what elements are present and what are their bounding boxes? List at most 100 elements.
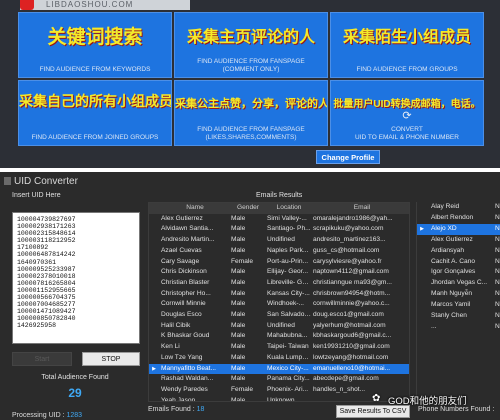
table-row[interactable]: ▶ Mannyafitto Beat... Male Mexico City-... e…	[149, 363, 409, 375]
table-cell: Rashad Waldan...	[161, 375, 214, 383]
tile-fanspage-engagement[interactable]: 采集公主点赞，分享，评论的人 FIND AUDIENCE FROM FANSPA…	[174, 80, 328, 146]
start-button[interactable]: Start	[12, 352, 72, 366]
table-cell: guss_cs@hotmail.com	[313, 246, 380, 254]
phone-list-item[interactable]: Jhordan Vegas C... N	[417, 278, 500, 289]
table-row[interactable]: Alvidawn Santia... Male Santiago- Ph... scr…	[149, 224, 409, 235]
change-profile-button[interactable]: Change Profile	[316, 150, 380, 164]
emails-results-table[interactable]: Name Gender Location Email Alex Gutierrez Mal…	[148, 202, 410, 402]
uid-line: 100009525233987	[17, 265, 76, 273]
table-cell: Male	[231, 343, 246, 351]
table-row[interactable]: Azael Cuevas Male Naples Park... guss_cs@ho…	[149, 246, 409, 257]
table-cell: Azael Cuevas	[161, 246, 202, 254]
table-row[interactable]: Cary Savage Female Port-au-Prin... carysylv…	[149, 257, 409, 268]
window-title: UID Converter	[14, 176, 78, 187]
table-row[interactable]: Alex Gutierrez Male Simi Valley-... omarale…	[149, 214, 409, 225]
table-cell: Mannyafitto Beat...	[161, 364, 216, 372]
tile-groups[interactable]: 采集陌生小组成员 FIND AUDIENCE FROM GROUPS	[330, 12, 484, 78]
tile-title: 采集公主点赞，分享，评论的人	[175, 98, 328, 110]
tile-subtitle: FIND AUDIENCE FROM JOINED GROUPS	[31, 134, 159, 141]
phone-list-item[interactable]: ▶ Alejo XD N	[417, 223, 500, 235]
table-cell: Naples Park...	[267, 246, 309, 254]
phone-list-item[interactable]: Albert Rendon N	[417, 213, 500, 224]
phone-results-table[interactable]: Alay Reid N Albert Rendon N ▶ Alejo XD N Alex G…	[416, 202, 500, 402]
phone-list-item[interactable]: Alex Gutierrez N	[417, 235, 500, 246]
tile-keyword-search[interactable]: 关键词搜索 FIND AUDIENCE FROM KEYWORDS	[18, 12, 172, 78]
emails-results-label: Emails Results	[256, 192, 303, 199]
phone-list-item[interactable]: Igor Gonçalves N	[417, 267, 500, 278]
table-row[interactable]: Low Tze Yang Male Kuala Lumpu... lowtzeyang…	[149, 353, 409, 364]
tile-joined-groups[interactable]: 采集自己的所有小组成员 FIND AUDIENCE FROM JOINED GR…	[18, 80, 172, 146]
table-row[interactable]: Yeah Jason Male Unknown...	[149, 396, 409, 402]
emails-found-value: 18	[196, 406, 205, 413]
tile-title: 批量用户UID转换成邮箱，电话。	[333, 99, 481, 110]
phone-list-name: Alejo XD	[431, 224, 457, 232]
table-cell: Ellijay- Geor...	[267, 268, 309, 276]
table-row[interactable]: Rashad Waldan... Male Panama City... abecde…	[149, 374, 409, 385]
table-cell: scrapikuku@yahoo.com	[313, 225, 384, 233]
table-row[interactable]: Halil Cibik Male Undifined yalyerhum@hotmai…	[149, 321, 409, 332]
phone-list-item[interactable]: Ardiansyah N	[417, 246, 500, 257]
table-row[interactable]: Cornwill Minnie Male Windhoek-... cornwillm…	[149, 299, 409, 310]
table-row[interactable]: K Bhaskar Goud Male Mahabubna... kbhaskargo…	[149, 331, 409, 342]
table-row[interactable]: Christopher Ho... Male Kansas City-... chri…	[149, 289, 409, 300]
table-cell: abecdepe@gmail.com	[313, 375, 379, 383]
table-cell: Christian Blaster	[161, 278, 210, 286]
table-cell: doug.esco1@gmail.com	[313, 311, 384, 318]
phone-list-item[interactable]: Manh Nguyễn N	[417, 289, 500, 300]
phone-list-item[interactable]: Marcos Yamil N	[417, 300, 500, 311]
uid-line: 100001471089427	[17, 308, 76, 316]
phone-list-name: Marcos Yamil	[431, 301, 471, 309]
table-cell: Kansas City-...	[267, 289, 310, 297]
phone-list-trailing: N	[495, 203, 500, 210]
uid-line: 100007816265804	[17, 279, 76, 287]
table-row[interactable]: Chris Dickinson Male Ellijay- Geor... napto…	[149, 267, 409, 278]
table-cell: yalyerhum@hotmail.com	[313, 321, 386, 329]
row-pointer-icon: ▶	[420, 225, 424, 232]
uid-line: 100002315848614	[17, 230, 76, 238]
table-cell: Simi Valley-...	[267, 214, 307, 222]
column-header: Gender	[237, 204, 259, 211]
table-cell: Cornwill Minnie	[161, 300, 206, 308]
table-row[interactable]: Ken Li Male Taipei- Taiwan ken19931210@gmai…	[149, 342, 409, 353]
tile-uid-convert[interactable]: 批量用户UID转换成邮箱，电话。 ⟳ CONVERT UID TO EMAIL …	[330, 80, 484, 146]
convert-icon: ⟳	[402, 110, 412, 122]
phone-list-item[interactable]: ... N	[417, 322, 500, 333]
table-cell: Yeah Jason	[161, 396, 196, 402]
table-cell: Male	[231, 300, 246, 308]
table-cell: Taipei- Taiwan	[267, 343, 309, 351]
table-cell: omaralejandro1986@yah...	[313, 214, 393, 222]
table-cell: Mexico City-...	[267, 364, 309, 372]
uid-line: 100003118212952	[17, 237, 76, 245]
watermark-text: GOD和他的朋友们	[388, 396, 467, 407]
table-cell: Male	[231, 353, 246, 361]
table-cell: Male	[231, 375, 246, 383]
total-audience-label: Total Audience Found	[41, 374, 109, 381]
table-cell: Port-au-Prin...	[267, 257, 309, 265]
table-cell: Mahabubna...	[267, 332, 308, 340]
phone-list-trailing: N	[495, 301, 500, 309]
table-row[interactable]: Christian Blaster Male Libreville- Ga... ch…	[149, 278, 409, 289]
phone-list-item[interactable]: Stanly Chen N	[417, 311, 500, 322]
uid-input-textarea[interactable]: 100004739827697 100002938171263 1000023158…	[12, 212, 140, 344]
processing-label: Processing UID :	[12, 412, 65, 419]
processing-uid: Processing UID : 1283	[12, 412, 82, 419]
table-cell: emanuelleno10@hotmai...	[313, 364, 391, 372]
table-row[interactable]: Douglas Esco Male San Salvador... doug.esco…	[149, 310, 409, 321]
table-cell: Christopher Ho...	[161, 289, 211, 297]
table-cell: lowtzeyang@hotmail.com	[313, 353, 389, 361]
table-cell: naptown4112@gmail.com	[313, 268, 389, 276]
tile-title: 关键词搜索	[47, 27, 143, 48]
phone-list-item[interactable]: Alay Reid N	[417, 202, 500, 213]
phone-list-item[interactable]: Cachit A. Cano N	[417, 257, 500, 268]
tile-fanspage-comments[interactable]: 采集主页评论的人 FIND AUDIENCE FROM FANSPAGE (CO…	[174, 12, 328, 78]
table-row[interactable]: Wendy Paredes Female Phoenix- Ari... handle…	[149, 385, 409, 396]
table-cell: Chris Dickinson	[161, 268, 207, 276]
row-pointer-icon: ▶	[152, 365, 156, 372]
table-cell: chrisbrown94954@hotm...	[313, 289, 391, 297]
stop-button[interactable]: STOP	[82, 352, 140, 366]
wechat-icon: ✿	[372, 393, 381, 404]
uid-line: 100001152955665	[17, 286, 76, 294]
tile-title: 采集自己的所有小组成员	[19, 93, 172, 109]
phone-list-trailing: N	[495, 246, 500, 254]
table-row[interactable]: Andresito Martin... Male Undifined andresit…	[149, 235, 409, 246]
